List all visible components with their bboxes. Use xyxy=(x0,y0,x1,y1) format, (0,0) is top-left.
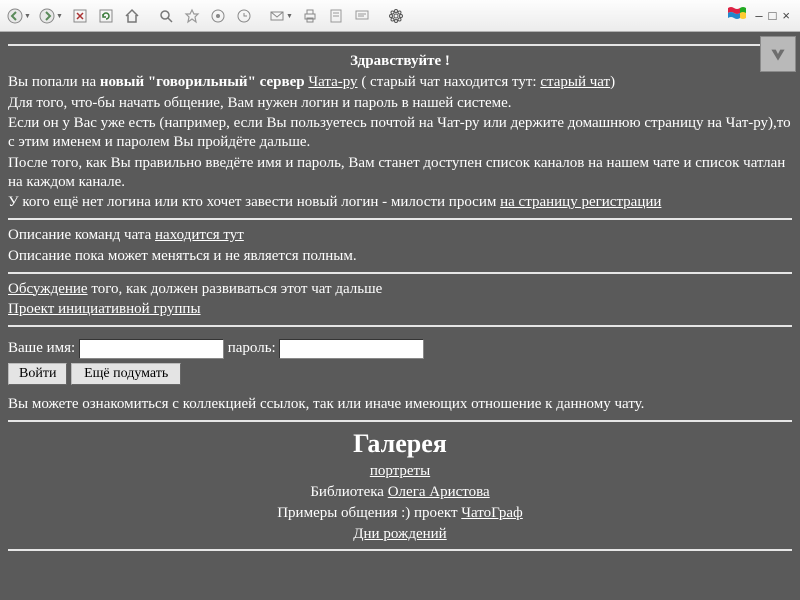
text: Библиотека xyxy=(310,484,387,500)
initiative-link[interactable]: Проект инициативной группы xyxy=(8,301,201,317)
paragraph: Если он у Вас уже есть (например, если В… xyxy=(8,114,792,152)
password-label: пароль: xyxy=(224,340,279,356)
refresh-button[interactable] xyxy=(94,4,118,28)
windows-flag-icon xyxy=(727,5,749,26)
portraits-link[interactable]: портреты xyxy=(370,463,430,479)
watermark-badge xyxy=(760,36,796,72)
commands-link[interactable]: находится тут xyxy=(155,227,244,243)
initiative-line: Проект инициативной группы xyxy=(8,300,792,319)
divider xyxy=(8,420,792,422)
discuss-button[interactable] xyxy=(350,4,374,28)
discussion-line: Обсуждение того, как должен развиваться … xyxy=(8,280,792,299)
mail-button[interactable]: ▼ xyxy=(266,4,296,28)
commands-note: Описание пока может меняться и не являет… xyxy=(8,247,792,266)
gallery-block: Галерея портреты Библиотека Олега Аристо… xyxy=(8,428,792,544)
divider xyxy=(8,218,792,220)
minimize-button[interactable]: – xyxy=(755,8,762,23)
history-button[interactable] xyxy=(232,4,256,28)
back-button[interactable]: ▼ xyxy=(4,4,34,28)
paragraph: После того, как Вы правильно введёте имя… xyxy=(8,154,792,192)
discussion-link[interactable]: Обсуждение xyxy=(8,281,88,297)
home-button[interactable] xyxy=(120,4,144,28)
paragraph: Для того, что-бы начать общение, Вам нуж… xyxy=(8,94,792,113)
text: ( старый чат находится тут: xyxy=(358,74,541,90)
registration-link[interactable]: на страницу регистрации xyxy=(500,194,661,210)
divider xyxy=(8,549,792,551)
print-button[interactable] xyxy=(298,4,322,28)
browser-toolbar: ▼ ▼ ▼ – □ × xyxy=(0,0,800,32)
paragraph: У кого ещё нет логина или кто хочет заве… xyxy=(8,193,792,212)
password-input[interactable] xyxy=(279,339,424,359)
old-chat-link[interactable]: старый чат xyxy=(540,74,610,90)
stop-button[interactable] xyxy=(68,4,92,28)
divider xyxy=(8,325,792,327)
text: Примеры общения :) проект xyxy=(277,505,461,521)
text: У кого ещё нет логина или кто хочет заве… xyxy=(8,194,500,210)
greeting-heading: Здравствуйте ! xyxy=(8,52,792,71)
text-bold: новый "говорильный" сервер xyxy=(100,74,308,90)
search-button[interactable] xyxy=(154,4,178,28)
close-button[interactable]: × xyxy=(782,8,790,23)
divider xyxy=(8,44,792,46)
favorites-button[interactable] xyxy=(180,4,204,28)
login-button[interactable]: Войти xyxy=(8,363,67,385)
gallery-title: Галерея xyxy=(8,428,792,461)
name-input[interactable] xyxy=(79,339,224,359)
login-form-row: Ваше имя: пароль: xyxy=(8,339,792,359)
text: ) xyxy=(610,74,615,90)
birthdays-link[interactable]: Дни рождений xyxy=(353,526,446,542)
page-content: Здравствуйте ! Вы попали на новый "говор… xyxy=(0,32,800,600)
text: Описание команд чата xyxy=(8,227,155,243)
divider xyxy=(8,272,792,274)
maximize-button[interactable]: □ xyxy=(769,8,777,23)
chatograf-link[interactable]: ЧатоГраф xyxy=(461,505,522,521)
links-note: Вы можете ознакомиться с коллекцией ссыл… xyxy=(8,395,792,414)
text: того, как должен развиваться этот чат да… xyxy=(88,281,383,297)
cancel-button[interactable]: Ещё подумать xyxy=(71,363,181,385)
commands-line: Описание команд чата находится тут xyxy=(8,226,792,245)
messenger-icon[interactable] xyxy=(384,4,408,28)
forward-button[interactable]: ▼ xyxy=(36,4,66,28)
name-label: Ваше имя: xyxy=(8,340,79,356)
login-button-row: Войти Ещё подумать xyxy=(8,363,792,385)
chat-ru-link[interactable]: Чата-ру xyxy=(308,74,357,90)
edit-button[interactable] xyxy=(324,4,348,28)
media-button[interactable] xyxy=(206,4,230,28)
library-link[interactable]: Олега Аристова xyxy=(388,484,490,500)
text: Вы попали на xyxy=(8,74,100,90)
intro-line: Вы попали на новый "говорильный" сервер … xyxy=(8,73,792,92)
